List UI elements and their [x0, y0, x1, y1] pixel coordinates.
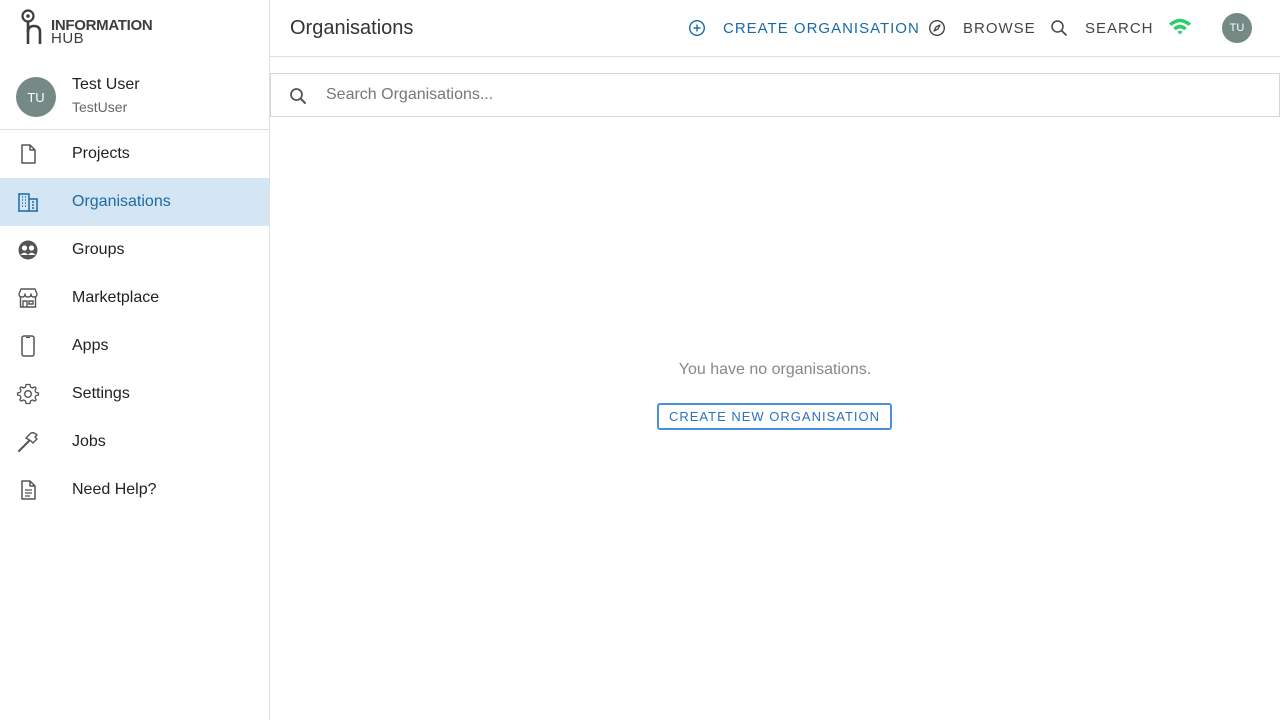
compass-icon [928, 19, 946, 37]
add-circle-icon [688, 19, 706, 37]
browse-label: BROWSE [963, 19, 1036, 37]
sidebar-item-settings[interactable]: Settings [0, 370, 269, 418]
building-icon [18, 193, 38, 212]
sidebar-item-label: Apps [72, 337, 109, 354]
create-organisation-button[interactable]: CREATE ORGANISATION [688, 0, 920, 56]
sidebar-item-label: Jobs [72, 433, 106, 450]
user-name: Test User [72, 76, 140, 93]
sidebar-item-label: Settings [72, 385, 130, 402]
search-label: SEARCH [1085, 19, 1154, 37]
logo-mark-icon [21, 9, 42, 44]
create-new-organisation-button[interactable]: CREATE NEW ORGANISATION [657, 403, 892, 430]
account-avatar[interactable]: TU [1222, 13, 1252, 43]
gear-icon [16, 383, 40, 405]
sidebar-item-label: Projects [72, 145, 130, 162]
search-input[interactable] [326, 74, 1266, 116]
logo-text-line2: HUB [51, 30, 85, 47]
sidebar-item-label: Marketplace [72, 289, 160, 306]
store-icon [18, 288, 38, 308]
page-title: Organisations [290, 17, 414, 39]
create-organisation-label: CREATE ORGANISATION [723, 19, 920, 37]
sidebar-item-projects[interactable]: Projects [0, 130, 269, 178]
sidebar-item-organisations[interactable]: Organisations [0, 178, 269, 226]
groups-icon [18, 240, 38, 260]
sidebar: INFORMATION HUB TU Test User TestUser Pr… [0, 0, 270, 720]
user-handle: TestUser [72, 99, 128, 115]
sidebar-item-jobs[interactable]: Jobs [0, 418, 269, 466]
empty-state-message: You have no organisations. [678, 361, 872, 378]
avatar: TU [16, 77, 56, 117]
sidebar-item-help[interactable]: Need Help? [0, 466, 269, 514]
search-button[interactable]: SEARCH [1050, 0, 1154, 56]
browse-button[interactable]: BROWSE [928, 0, 1036, 56]
sidebar-nav: Projects Organisations Groups Marketplac… [0, 130, 269, 514]
phone-icon [21, 335, 35, 357]
sidebar-item-apps[interactable]: Apps [0, 322, 269, 370]
sidebar-item-groups[interactable]: Groups [0, 226, 269, 274]
search-icon [290, 88, 306, 104]
sidebar-item-label: Groups [72, 241, 125, 258]
user-profile[interactable]: TU Test User TestUser [0, 56, 269, 130]
wifi-icon [1169, 18, 1191, 35]
sidebar-item-label: Organisations [72, 193, 171, 210]
information-hub-logo[interactable]: INFORMATION HUB [20, 8, 160, 48]
sidebar-item-marketplace[interactable]: Marketplace [0, 274, 269, 322]
sidebar-item-label: Need Help? [72, 481, 157, 498]
search-icon [1051, 20, 1067, 36]
document-icon [21, 480, 36, 500]
organisation-search-bar [270, 73, 1280, 117]
file-icon [21, 144, 36, 164]
top-app-bar: Organisations CREATE ORGANISATION BROWSE… [270, 0, 1280, 57]
hammer-icon [18, 432, 38, 452]
